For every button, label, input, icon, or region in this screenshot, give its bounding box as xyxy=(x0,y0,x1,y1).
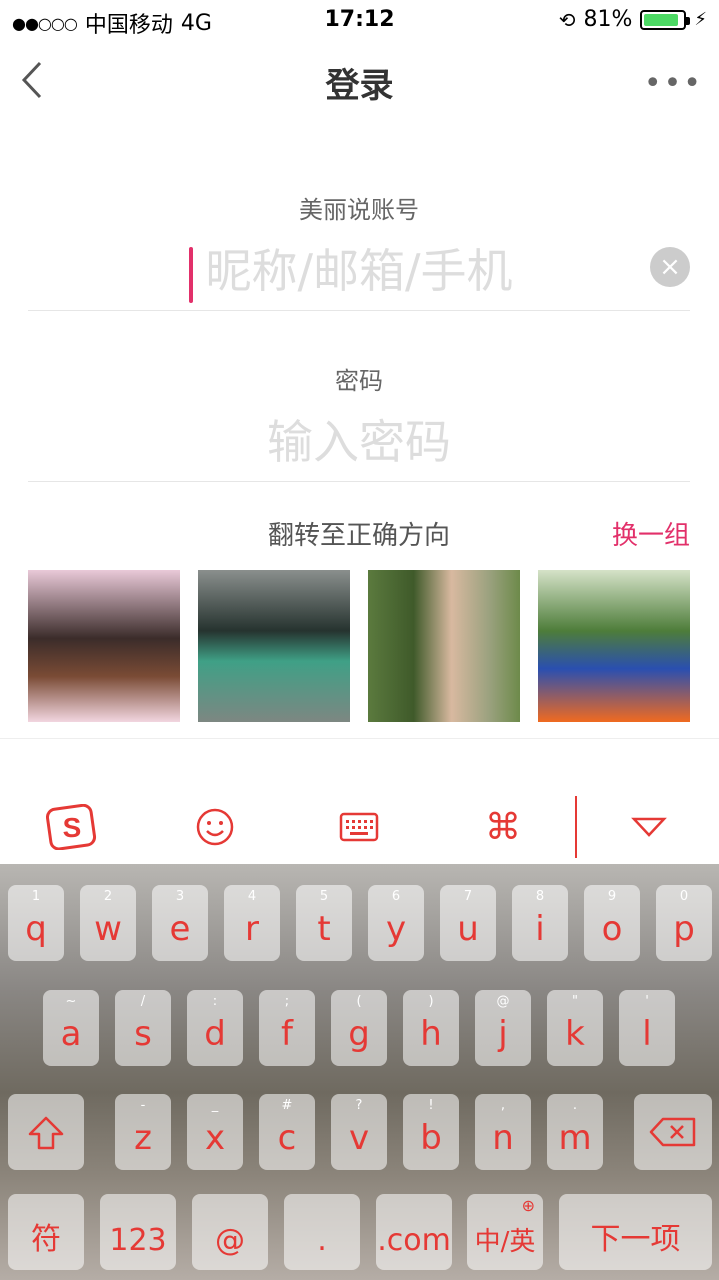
collapse-icon xyxy=(631,817,667,837)
key-w[interactable]: 2w xyxy=(80,885,136,961)
number-key[interactable]: 123 xyxy=(100,1194,176,1270)
more-button[interactable]: ••• xyxy=(644,66,703,101)
captcha-photos xyxy=(28,570,690,722)
svg-text:S: S xyxy=(63,812,82,843)
language-switch-key[interactable]: ⊕ 中/英 xyxy=(467,1194,543,1270)
captcha-photo-4[interactable] xyxy=(538,570,690,722)
captcha-photo-2[interactable] xyxy=(198,570,350,722)
command-icon: ⌘ xyxy=(485,806,521,848)
password-placeholder: 输入密码 xyxy=(267,414,451,469)
key-v[interactable]: ? v xyxy=(331,1094,387,1170)
key-c[interactable]: # c xyxy=(259,1094,315,1170)
text-caret xyxy=(189,247,193,303)
battery-percent: 81% xyxy=(583,7,633,32)
status-bar: ●●○○○ 中国移动 4G 17:12 ⟲ 81% ⚡ xyxy=(0,0,719,40)
key-r[interactable]: 4r xyxy=(224,885,280,961)
key-d[interactable]: :d xyxy=(187,990,243,1066)
divider xyxy=(0,738,719,739)
backspace-icon xyxy=(649,1117,696,1147)
key-h[interactable]: ) h xyxy=(403,990,459,1066)
key-q[interactable]: 1q xyxy=(8,885,64,961)
close-icon: × xyxy=(659,252,681,282)
toolbar-separator xyxy=(575,796,577,858)
emoji-button[interactable] xyxy=(192,804,238,850)
sogou-logo-button[interactable]: S xyxy=(44,804,100,850)
emoji-icon xyxy=(196,808,234,846)
shift-icon xyxy=(28,1116,64,1150)
dotcom-key[interactable]: .com xyxy=(376,1194,452,1270)
keyboard-area: S ⌘ 1q 2w 3e 4r 5t 6y 7u 8i 9o 0p ~ a / s … xyxy=(0,790,719,1280)
sogou-logo-icon: S xyxy=(46,804,97,850)
backspace-key[interactable] xyxy=(634,1094,712,1170)
password-input[interactable]: 输入密码 xyxy=(28,396,690,482)
captcha-photo-1[interactable] xyxy=(28,570,180,722)
key-o[interactable]: 9o xyxy=(584,885,640,961)
captcha-header: 翻转至正确方向 换一组 xyxy=(28,505,690,559)
collapse-keyboard-button[interactable] xyxy=(624,804,674,850)
key-p[interactable]: 0p xyxy=(656,885,712,961)
key-g[interactable]: (g xyxy=(331,990,387,1066)
charging-icon: ⚡ xyxy=(694,9,707,30)
shift-key[interactable] xyxy=(8,1094,84,1170)
key-i[interactable]: 8i xyxy=(512,885,568,961)
password-label: 密码 xyxy=(335,367,383,395)
key-a[interactable]: ~ a xyxy=(43,990,99,1066)
command-button[interactable]: ⌘ xyxy=(480,804,526,850)
captcha-photo-3[interactable] xyxy=(368,570,520,722)
keyboard: 1q 2w 3e 4r 5t 6y 7u 8i 9o 0p ~ a / s :d ;… xyxy=(0,864,719,1280)
rotation-lock-icon: ⟲ xyxy=(558,7,576,32)
key-x[interactable]: _ x xyxy=(187,1094,243,1170)
captcha-label: 翻转至正确方向 xyxy=(267,521,450,551)
battery-icon xyxy=(640,9,691,30)
page-title: 登录 xyxy=(325,66,394,106)
key-t[interactable]: 5t xyxy=(296,885,352,961)
account-label: 美丽说账号 xyxy=(299,196,419,224)
key-e[interactable]: 3e xyxy=(152,885,208,961)
key-z[interactable]: -z xyxy=(115,1094,171,1170)
dot-key[interactable]: . xyxy=(284,1194,360,1270)
key-k[interactable]: " k xyxy=(547,990,603,1066)
more-dots-icon: ••• xyxy=(643,66,703,101)
symbol-key[interactable]: 符 xyxy=(8,1194,84,1270)
key-j[interactable]: @ j xyxy=(475,990,531,1066)
next-field-key[interactable]: 下一项 xyxy=(559,1194,712,1270)
clear-input-button[interactable]: × xyxy=(650,247,690,287)
key-f[interactable]: ; f xyxy=(259,990,315,1066)
key-s[interactable]: / s xyxy=(115,990,171,1066)
keyboard-icon xyxy=(339,812,379,842)
at-key[interactable]: @ xyxy=(192,1194,268,1270)
key-m[interactable]: .m xyxy=(547,1094,603,1170)
keyboard-toolbar: S ⌘ xyxy=(0,790,719,864)
account-input[interactable]: 昵称/邮箱/手机 × xyxy=(28,225,690,311)
key-l[interactable]: ' l xyxy=(619,990,675,1066)
keyboard-switch-button[interactable] xyxy=(336,804,382,850)
key-n[interactable]: ,n xyxy=(475,1094,531,1170)
account-placeholder: 昵称/邮箱/手机 xyxy=(205,243,513,298)
key-b[interactable]: ! b xyxy=(403,1094,459,1170)
nav-bar: 登录 ••• xyxy=(0,40,719,120)
key-y[interactable]: 6y xyxy=(368,885,424,961)
globe-icon: ⊕ xyxy=(521,1196,535,1215)
key-u[interactable]: 7u xyxy=(440,885,496,961)
login-form: 美丽说账号 昵称/邮箱/手机 × 密码 输入密码 xyxy=(28,190,690,482)
swap-captcha-button[interactable]: 换一组 xyxy=(612,515,690,552)
